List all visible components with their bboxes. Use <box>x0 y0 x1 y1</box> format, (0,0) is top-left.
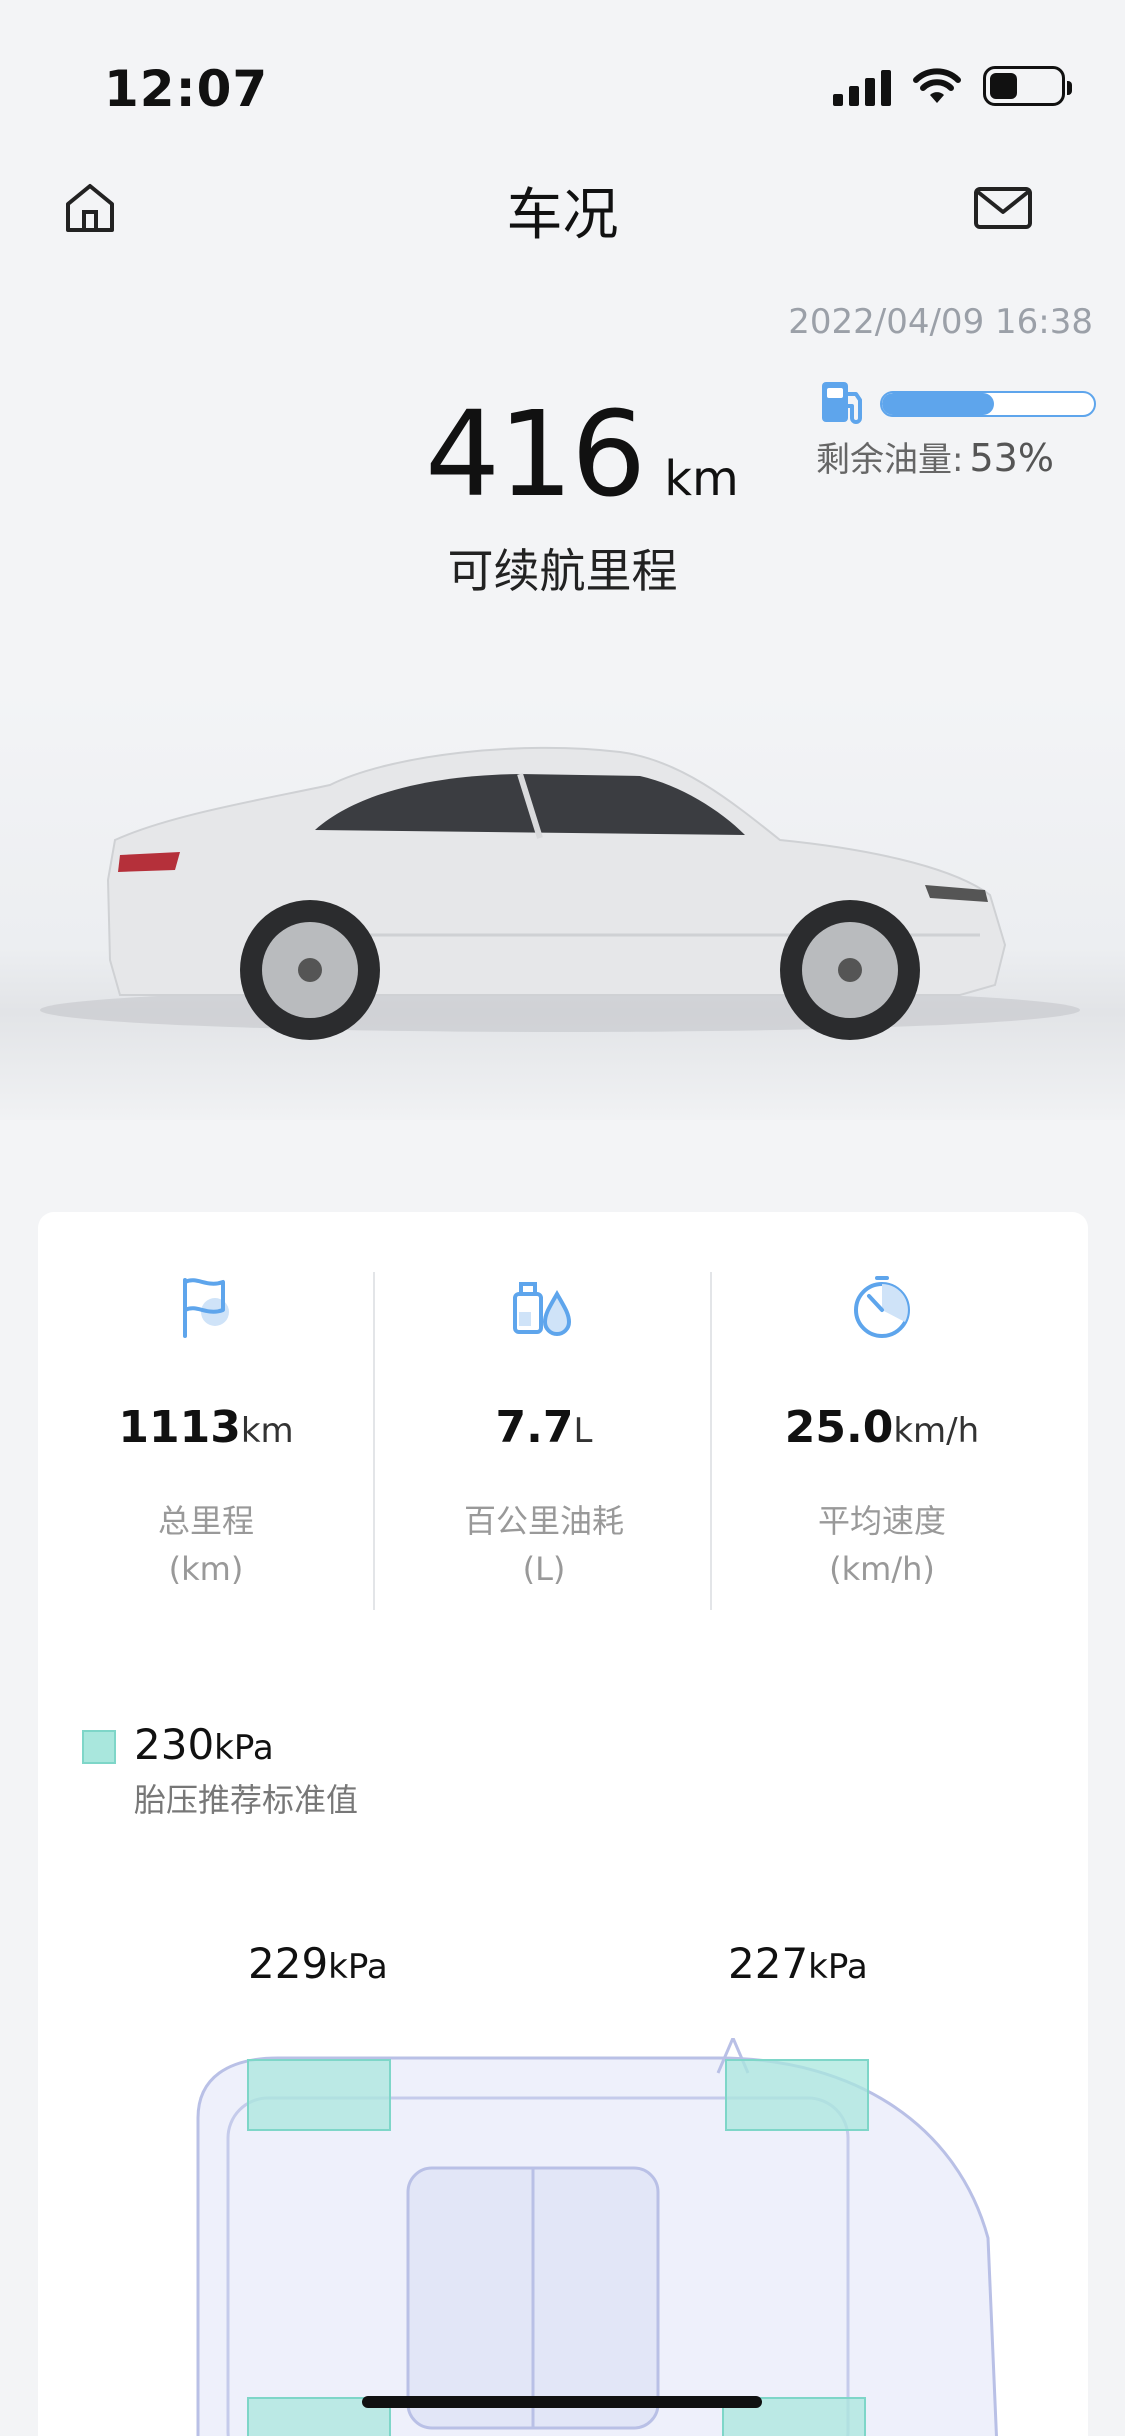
fuel-label: 剩余油量: 53% <box>816 432 1054 481</box>
car-top-view <box>196 2038 998 2436</box>
fuel-consumption-label: 百公里油耗 <box>463 1502 624 1540</box>
range-label: 可续航里程 <box>447 544 678 598</box>
fuel-level-bar <box>880 391 1096 417</box>
total-mileage-label: 总里程 <box>157 1502 254 1540</box>
range-number: 416 <box>425 385 646 523</box>
car-image <box>0 690 1125 1120</box>
fuel-consumption-unit: L <box>573 1411 593 1451</box>
tire-pressure-front-left: 227kPa <box>728 1939 868 1988</box>
vehicle-stats-card: 1113km 总里程 (km) 7.7L 百公里油耗 (L) 25.0km/h 平均… <box>38 1212 1088 2436</box>
battery-icon <box>983 66 1072 106</box>
tire-rear-left-unit: kPa <box>328 1947 388 1987</box>
fuel-level-fill <box>882 393 995 415</box>
stat-fuel-consumption: 7.7L 百公里油耗 (L) <box>376 1272 712 1593</box>
wifi-icon <box>913 68 961 103</box>
range-value: 416 km <box>425 385 739 523</box>
total-mileage-sub: (km) <box>168 1550 244 1588</box>
stat-average-speed: 25.0km/h 平均速度 (km/h) <box>714 1272 1050 1593</box>
stat-total-mileage: 1113km 总里程 (km) <box>38 1272 374 1593</box>
cellular-signal-icon <box>833 66 891 106</box>
fuel-consumption-value: 7.7 <box>495 1402 574 1453</box>
total-mileage-unit: km <box>240 1411 294 1451</box>
fuel-consumption-sub: (L) <box>522 1550 566 1588</box>
fuel-pump-icon <box>822 382 862 424</box>
status-time: 12:07 <box>104 60 269 118</box>
total-mileage-value: 1113 <box>118 1402 241 1453</box>
average-speed-sub: (km/h) <box>829 1550 935 1588</box>
tire-rear-left-value: 229 <box>248 1939 329 1988</box>
status-icons <box>833 66 1072 106</box>
tire-pressure-rear-left: 229kPa <box>248 1939 388 1988</box>
divider <box>710 1272 712 1610</box>
page-title: 车况 <box>506 183 619 248</box>
recommended-pressure-value: 230 <box>134 1720 215 1769</box>
average-speed-label: 平均速度 <box>817 1502 946 1540</box>
average-speed-value: 25.0 <box>784 1402 894 1453</box>
range-unit: km <box>664 451 739 507</box>
tire-front-left-marker <box>725 2059 869 2131</box>
update-timestamp: 2022/04/09 16:38 <box>788 302 1093 342</box>
tire-front-left-value: 227 <box>728 1939 809 1988</box>
mail-icon[interactable] <box>973 186 1033 230</box>
tire-pressure-legend: 230kPa 胎压推荐标准值 <box>82 1720 358 1821</box>
home-indicator <box>362 2396 762 2408</box>
speedometer-icon <box>854 1276 910 1338</box>
divider <box>373 1272 375 1610</box>
fuel-label-text: 剩余油量: <box>816 440 964 480</box>
average-speed-unit: km/h <box>893 1411 980 1451</box>
tire-front-left-unit: kPa <box>808 1947 868 1987</box>
recommended-pressure-unit: kPa <box>214 1728 274 1768</box>
oil-drop-icon <box>513 1282 572 1336</box>
tire-rear-left-marker <box>247 2059 391 2131</box>
fuel-percent: 53% <box>969 436 1054 480</box>
flag-icon <box>183 1278 229 1338</box>
recommended-pressure-label: 胎压推荐标准值 <box>134 1781 359 1819</box>
legend-swatch <box>82 1730 116 1764</box>
